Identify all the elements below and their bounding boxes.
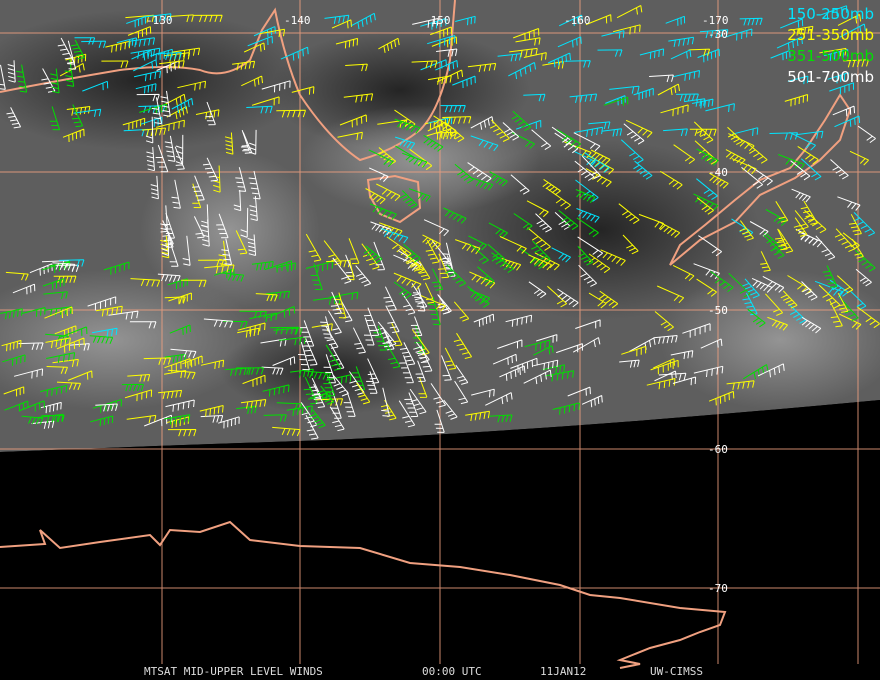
product-title: MTSAT MID-UPPER LEVEL WINDS	[144, 665, 323, 678]
lon-label: -130	[146, 14, 173, 27]
lon-label: -140	[284, 14, 311, 27]
map-canvas: -130 -140 -150 -160 -170 -30 -40 -50 -60…	[0, 0, 880, 680]
valid-date: 11JAN12	[540, 665, 587, 678]
satellite-wind-map: -130 -140 -150 -160 -170 -30 -40 -50 -60…	[0, 0, 880, 680]
pressure-legend: 150-250mb 251-350mb 351-500mb 501-700mb	[787, 4, 874, 88]
legend-entry-150-250: 150-250mb	[787, 5, 874, 23]
lat-label: -30	[708, 28, 728, 41]
data-source: UW-CIMSS	[650, 665, 703, 678]
legend-entry-251-350: 251-350mb	[787, 26, 874, 44]
lon-label: -160	[564, 14, 591, 27]
lat-label: -40	[708, 166, 728, 179]
lat-label: -60	[708, 443, 728, 456]
caption-bar: MTSAT MID-UPPER LEVEL WINDS 00:00 UTC 11…	[0, 664, 880, 680]
lon-label: -150	[424, 14, 451, 27]
lat-label: -50	[708, 304, 728, 317]
lon-label: -170	[702, 14, 729, 27]
legend-entry-501-700: 501-700mb	[787, 68, 874, 86]
legend-entry-351-500: 351-500mb	[787, 47, 874, 65]
lat-label: -70	[708, 582, 728, 595]
valid-time: 00:00 UTC	[422, 665, 482, 678]
